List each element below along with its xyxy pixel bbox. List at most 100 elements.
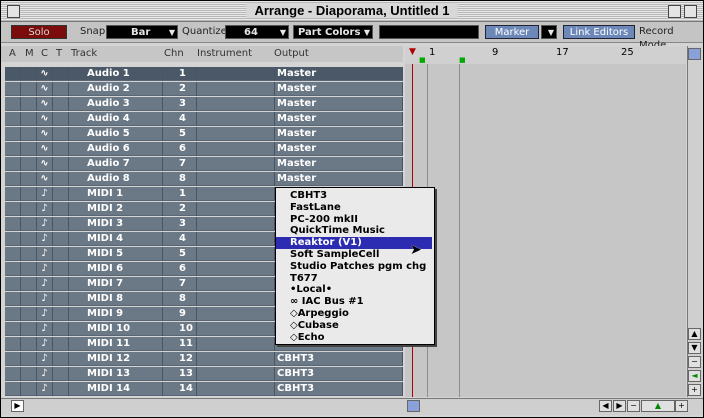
output-menu-item[interactable]: FastLane [290, 202, 341, 214]
audio-wave-icon[interactable]: ∿ [37, 157, 53, 171]
instrument-cell[interactable] [197, 247, 275, 261]
arm-cell[interactable] [5, 322, 21, 336]
midi-note-icon[interactable]: ♪ [37, 322, 53, 336]
instrument-cell[interactable] [197, 67, 275, 81]
track-name-cell[interactable]: MIDI 10 [69, 322, 163, 336]
timebase-cell[interactable] [53, 142, 69, 156]
scroll-thumb[interactable] [407, 400, 420, 412]
track-row[interactable]: ∿ Audio 7 7 Master [5, 157, 403, 171]
midi-note-icon[interactable]: ♪ [37, 292, 53, 306]
midi-note-icon[interactable]: ♪ [37, 307, 53, 321]
instrument-cell[interactable] [197, 157, 275, 171]
track-row[interactable]: ♪ MIDI 14 14 CBHT3 [5, 382, 403, 396]
timebase-cell[interactable] [53, 262, 69, 276]
output-cell[interactable]: Master [275, 172, 403, 186]
track-row[interactable]: ♪ MIDI 13 13 CBHT3 [5, 367, 403, 381]
midi-note-icon[interactable]: ♪ [37, 247, 53, 261]
midi-note-icon[interactable]: ♪ [37, 277, 53, 291]
arm-cell[interactable] [5, 352, 21, 366]
locator-left-icon[interactable]: ▼ [409, 47, 416, 57]
arrange-area[interactable] [405, 64, 686, 397]
track-row[interactable]: ∿ Audio 6 6 Master [5, 142, 403, 156]
mute-cell[interactable] [21, 67, 37, 81]
timebase-cell[interactable] [53, 82, 69, 96]
snap-select[interactable]: Bar ▼ [106, 25, 178, 39]
output-menu-item[interactable]: Soft SampleCell [290, 249, 379, 261]
output-cell[interactable]: Master [275, 67, 403, 81]
output-menu-item[interactable]: ∞ IAC Bus #1 [290, 296, 364, 308]
instrument-cell[interactable] [197, 217, 275, 231]
instrument-cell[interactable] [197, 232, 275, 246]
solo-button[interactable]: Solo [11, 25, 67, 39]
channel-cell[interactable]: 2 [163, 82, 197, 96]
scroll-up-icon[interactable]: ▲ [688, 328, 701, 340]
mute-cell[interactable] [21, 367, 37, 381]
audio-wave-icon[interactable]: ∿ [37, 142, 53, 156]
track-name-cell[interactable]: Audio 2 [69, 82, 163, 96]
arm-cell[interactable] [5, 112, 21, 126]
instrument-cell[interactable] [197, 382, 275, 396]
instrument-cell[interactable] [197, 337, 275, 351]
midi-note-icon[interactable]: ♪ [37, 352, 53, 366]
scroll-thumb[interactable] [688, 48, 701, 60]
track-name-cell[interactable]: MIDI 14 [69, 382, 163, 396]
midi-note-icon[interactable]: ♪ [37, 262, 53, 276]
arm-cell[interactable] [5, 277, 21, 291]
instrument-cell[interactable] [197, 367, 275, 381]
arm-cell[interactable] [5, 187, 21, 201]
horizontal-scrollbar[interactable]: ◀ ▶ − ▲ + [403, 398, 703, 415]
channel-cell[interactable]: 3 [163, 217, 197, 231]
track-name-cell[interactable]: Audio 5 [69, 127, 163, 141]
output-menu-item[interactable]: •Local• [290, 284, 332, 296]
timebase-cell[interactable] [53, 367, 69, 381]
instrument-cell[interactable] [197, 262, 275, 276]
close-box-icon[interactable] [7, 5, 20, 18]
arm-cell[interactable] [5, 307, 21, 321]
timebase-cell[interactable] [53, 382, 69, 396]
mute-cell[interactable] [21, 337, 37, 351]
arm-cell[interactable] [5, 337, 21, 351]
track-row[interactable]: ∿ Audio 3 3 Master [5, 97, 403, 111]
channel-cell[interactable]: 1 [163, 187, 197, 201]
zoom-in-icon[interactable]: + [675, 400, 688, 412]
timebase-cell[interactable] [53, 307, 69, 321]
mute-cell[interactable] [21, 247, 37, 261]
mute-cell[interactable] [21, 127, 37, 141]
midi-note-icon[interactable]: ♪ [37, 187, 53, 201]
arm-cell[interactable] [5, 202, 21, 216]
track-name-cell[interactable]: MIDI 2 [69, 202, 163, 216]
track-name-cell[interactable]: MIDI 8 [69, 292, 163, 306]
channel-cell[interactable]: 8 [163, 292, 197, 306]
scroll-down-icon[interactable]: ▼ [688, 342, 701, 354]
output-cell[interactable]: Master [275, 127, 403, 141]
track-name-cell[interactable]: Audio 3 [69, 97, 163, 111]
timebase-cell[interactable] [53, 112, 69, 126]
output-menu-item[interactable]: T677 [290, 273, 318, 285]
arm-cell[interactable] [5, 262, 21, 276]
channel-cell[interactable]: 13 [163, 367, 197, 381]
track-row[interactable]: ∿ Audio 8 8 Master [5, 172, 403, 186]
channel-cell[interactable]: 5 [163, 127, 197, 141]
channel-cell[interactable]: 4 [163, 112, 197, 126]
arm-cell[interactable] [5, 292, 21, 306]
mute-cell[interactable] [21, 187, 37, 201]
mute-cell[interactable] [21, 142, 37, 156]
channel-cell[interactable]: 8 [163, 172, 197, 186]
instrument-cell[interactable] [197, 322, 275, 336]
track-name-cell[interactable]: MIDI 13 [69, 367, 163, 381]
quantize-select[interactable]: 64 ▼ [225, 25, 289, 39]
instrument-cell[interactable] [197, 112, 275, 126]
channel-cell[interactable]: 7 [163, 157, 197, 171]
scroll-left-icon[interactable]: ◀ [599, 400, 612, 412]
mute-cell[interactable] [21, 292, 37, 306]
audio-wave-icon[interactable]: ∿ [37, 67, 53, 81]
arm-cell[interactable] [5, 382, 21, 396]
timebase-cell[interactable] [53, 127, 69, 141]
track-name-cell[interactable]: MIDI 1 [69, 187, 163, 201]
bar-ruler[interactable]: ▼ ■ ■ 1 9 17 25 [405, 46, 686, 65]
timebase-cell[interactable] [53, 232, 69, 246]
output-menu-item[interactable]: ◇Cubase [290, 320, 339, 332]
midi-note-icon[interactable]: ♪ [37, 202, 53, 216]
track-name-cell[interactable]: Audio 6 [69, 142, 163, 156]
instrument-cell[interactable] [197, 97, 275, 111]
